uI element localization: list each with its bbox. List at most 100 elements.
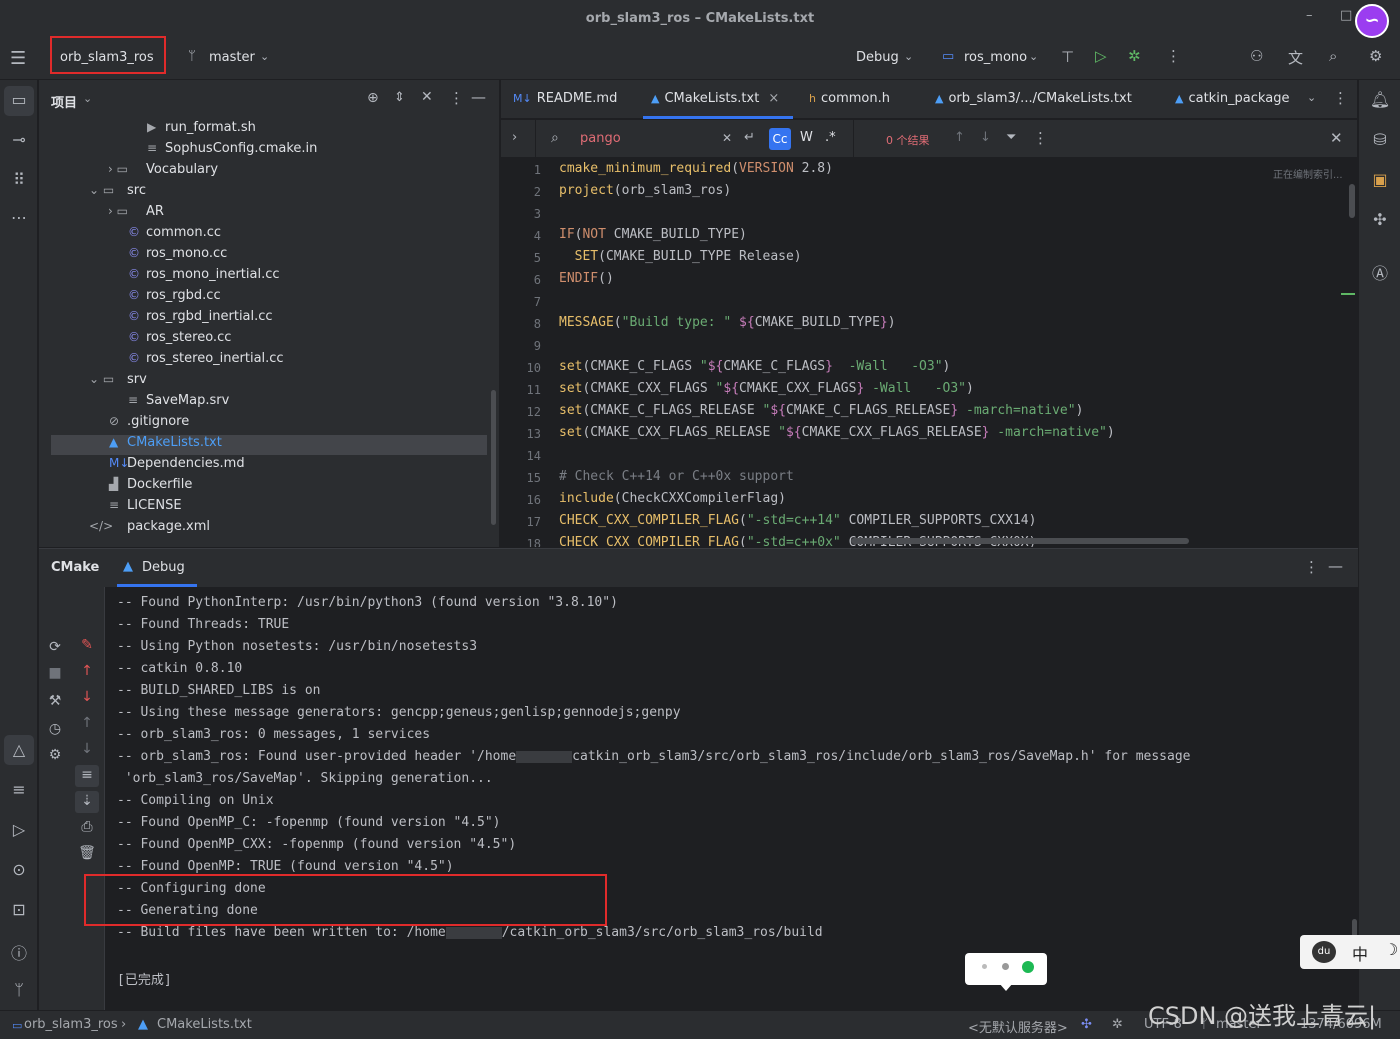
- find-options-icon[interactable]: ⋮: [1033, 129, 1048, 147]
- breadcrumb-file[interactable]: CMakeLists.txt: [157, 1017, 252, 1032]
- tree-item[interactable]: › ▭ Vocabulary: [108, 162, 218, 177]
- history-icon[interactable]: ↵: [744, 130, 755, 145]
- tree-item[interactable]: © ros_stereo_inertial.cc: [128, 351, 284, 366]
- tree-item[interactable]: ▟ Dockerfile: [109, 477, 192, 492]
- minimize-button[interactable]: –: [1306, 8, 1313, 23]
- more-icon[interactable]: ⋮: [1166, 47, 1181, 65]
- add-user-icon[interactable]: ⚇: [1250, 47, 1263, 65]
- tree-item[interactable]: © ros_mono_inertial.cc: [128, 267, 280, 282]
- tree-item[interactable]: ▶ run_format.sh: [147, 120, 256, 135]
- tab-list-chevron-icon[interactable]: ⌄: [1307, 91, 1316, 104]
- problems-icon[interactable]: ⓘ: [0, 940, 38, 964]
- editor-tab[interactable]: h common.h: [809, 91, 890, 106]
- editor-tab[interactable]: ▲ orb_slam3/.../CMakeLists.txt: [935, 91, 1132, 106]
- moon-icon[interactable]: ☽: [1384, 940, 1398, 959]
- tree-item[interactable]: ⌄ ▭ src: [89, 183, 146, 198]
- baidu-ime-icon[interactable]: du: [1312, 941, 1336, 963]
- services-icon[interactable]: ⊙: [0, 860, 38, 879]
- run-config-select[interactable]: Debug: [856, 50, 899, 65]
- tree-item[interactable]: © ros_rgbd_inertial.cc: [128, 309, 273, 324]
- tree-item[interactable]: © common.cc: [128, 225, 221, 240]
- ime-mode-toggle[interactable]: 中: [1352, 941, 1368, 965]
- terminal-icon[interactable]: ⊡: [0, 900, 38, 919]
- editor-tab[interactable]: M↓ README.md: [513, 91, 617, 106]
- stop-icon[interactable]: ■: [43, 665, 67, 681]
- tree-item[interactable]: © ros_rgbd.cc: [128, 288, 221, 303]
- tree-item[interactable]: ⌄ ▭ srv: [89, 372, 147, 387]
- tab-options-icon[interactable]: ⋮: [1333, 89, 1348, 107]
- database-icon[interactable]: ⛁: [1361, 130, 1399, 149]
- tree-item[interactable]: © ros_mono.cc: [128, 246, 227, 261]
- chevron-down-icon[interactable]: ⌄: [904, 50, 913, 63]
- plugin-cube-icon[interactable]: ▣: [1361, 170, 1399, 189]
- avatar[interactable]: ∽: [1355, 4, 1389, 38]
- tree-item[interactable]: © ros_stereo.cc: [128, 330, 231, 345]
- git-icon[interactable]: ᛘ: [0, 980, 38, 999]
- folder-icon[interactable]: ▭: [0, 90, 38, 109]
- chevron-down-icon[interactable]: ⌄: [1029, 50, 1038, 63]
- tree-item[interactable]: ≡ SaveMap.srv: [128, 393, 229, 408]
- tree-item[interactable]: ≡ LICENSE: [109, 498, 182, 513]
- structure-icon[interactable]: ⠿: [0, 170, 38, 189]
- whole-word-toggle[interactable]: W: [800, 130, 813, 145]
- cmake-tab[interactable]: CMake: [51, 560, 99, 575]
- breadcrumb-project[interactable]: orb_slam3_ros: [24, 1017, 118, 1032]
- settings-gear-icon[interactable]: ⚙: [1369, 47, 1382, 65]
- chevron-down-icon[interactable]: ⌄: [260, 50, 269, 63]
- docs-icon[interactable]: Ⓐ: [1361, 260, 1399, 284]
- chevron-down-icon[interactable]: ⌄: [83, 92, 92, 105]
- debug-icon[interactable]: ✲: [1128, 47, 1141, 65]
- commit-icon[interactable]: ⊸: [0, 130, 38, 149]
- debug-tab[interactable]: Debug: [142, 560, 185, 575]
- clear-find-icon[interactable]: ✕: [722, 131, 732, 145]
- tree-item[interactable]: M↓Dependencies.md: [109, 456, 245, 471]
- arrow-up-icon[interactable]: ↑: [75, 663, 99, 679]
- gear-icon[interactable]: ⚙: [43, 747, 67, 763]
- scroll-to-end-icon[interactable]: ⇣: [75, 793, 99, 809]
- tree-item[interactable]: ≡ SophusConfig.cmake.in: [147, 141, 317, 156]
- editor-hscrollbar[interactable]: [851, 538, 1189, 544]
- project-switcher[interactable]: orb_slam3_ros: [60, 50, 154, 65]
- scroll-up-icon[interactable]: ↑: [75, 715, 99, 731]
- notification-popup[interactable]: [965, 953, 1047, 991]
- cmake-icon[interactable]: △: [0, 740, 38, 759]
- messages-icon[interactable]: ≡: [0, 780, 38, 799]
- translate-icon[interactable]: 文: [1288, 47, 1303, 68]
- clear-brush-icon[interactable]: ✎: [75, 637, 99, 653]
- find-input[interactable]: pango: [580, 131, 621, 146]
- tree-item[interactable]: ▲ CMakeLists.txt: [51, 435, 487, 455]
- maximize-button[interactable]: □: [1340, 8, 1352, 23]
- locate-icon[interactable]: ⊕: [367, 90, 379, 106]
- project-panel-title[interactable]: 项目: [51, 92, 77, 111]
- collapse-all-icon[interactable]: ✕: [421, 89, 433, 105]
- regex-toggle[interactable]: .*: [825, 130, 836, 145]
- run-tool-icon[interactable]: ▷: [0, 820, 38, 839]
- soft-wrap-icon[interactable]: ≡: [75, 767, 99, 783]
- arrow-down-icon[interactable]: ↓: [75, 689, 99, 705]
- expand-replace-icon[interactable]: ›: [512, 130, 517, 145]
- ai-assistant-icon[interactable]: ✣: [1361, 210, 1399, 229]
- close-tab-icon[interactable]: ×: [768, 91, 779, 106]
- branch-switcher[interactable]: master: [209, 50, 255, 65]
- code-area[interactable]: 1 2 3 4 5 6 7 8 9 10 11 12 13 14 15 16 17 18 cmake_minimu…: [501, 160, 1357, 547]
- editor-tab[interactable]: ▲ catkin_package: [1175, 91, 1289, 106]
- trash-icon[interactable]: 🗑︎: [75, 845, 99, 861]
- options-icon[interactable]: ⋮: [449, 89, 464, 107]
- hide-panel-icon[interactable]: —: [471, 88, 486, 106]
- ai-status-icon[interactable]: ✣: [1081, 1017, 1092, 1032]
- search-icon[interactable]: ⌕: [1329, 47, 1337, 65]
- run-icon[interactable]: ▷: [1095, 47, 1107, 65]
- plugin-status-icon[interactable]: ✲: [1112, 1017, 1123, 1032]
- cache-icon[interactable]: ◷: [43, 721, 67, 737]
- editor-scrollbar[interactable]: [1349, 184, 1355, 218]
- tree-item[interactable]: </> package.xml: [89, 519, 210, 534]
- expand-collapse-icon[interactable]: ⇕: [394, 90, 405, 105]
- print-icon[interactable]: ⎙: [75, 819, 99, 835]
- next-match-icon[interactable]: ↓: [980, 130, 991, 145]
- cmake-settings-icon[interactable]: ⚒: [43, 693, 67, 709]
- tree-item[interactable]: › ▭ AR: [108, 204, 164, 219]
- filter-icon[interactable]: ⏷: [1006, 130, 1016, 145]
- deployment-server[interactable]: <无默认服务器>: [968, 1017, 1068, 1036]
- hide-panel-icon[interactable]: —: [1328, 557, 1343, 575]
- tree-item[interactable]: ⊘ .gitignore: [109, 414, 189, 429]
